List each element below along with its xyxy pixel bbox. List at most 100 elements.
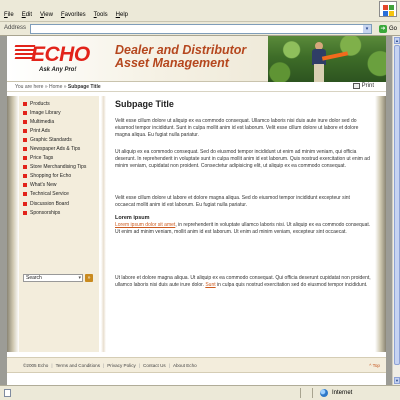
bullet-icon bbox=[23, 210, 27, 215]
bullet-icon bbox=[23, 174, 27, 179]
bullet-icon bbox=[23, 101, 27, 106]
sidebar-item-label: Print Ads bbox=[30, 127, 51, 134]
paragraph-1: Velit esse cillum dolore ut aliquip ex e… bbox=[115, 118, 359, 139]
sidebar-item-technical-service[interactable]: Technical Service bbox=[19, 190, 99, 199]
sidebar-item-label: Technical Service bbox=[30, 191, 69, 198]
menu-file[interactable]: File bbox=[4, 12, 14, 18]
bullet-icon bbox=[23, 183, 27, 188]
inline-link-lorem[interactable]: Lorem ipsum dolor sit amet bbox=[115, 222, 175, 228]
go-label: Go bbox=[388, 26, 397, 32]
inline-link-sunt[interactable]: Sunt bbox=[205, 282, 215, 288]
breadcrumb-separator: » bbox=[63, 84, 67, 90]
logo-tagline: Ask Any Pro! bbox=[39, 67, 77, 73]
browser-menubar: File Edit View Favorites Tools Help bbox=[0, 0, 400, 22]
bullet-icon bbox=[23, 147, 27, 152]
site-title: Dealer and Distributor Asset Management bbox=[115, 44, 246, 70]
sidebar-item-print-ads[interactable]: Print Ads bbox=[19, 126, 99, 135]
sidebar-item-discussion-board[interactable]: Discussion Board bbox=[19, 199, 99, 208]
page-viewport: ECHO Ask Any Pro! Dealer and Distributor… bbox=[0, 36, 392, 385]
sidebar-item-price-tags[interactable]: Price Tags bbox=[19, 154, 99, 163]
sidebar-item-label: What's New bbox=[30, 182, 57, 189]
sidebar-item-label: Multimedia bbox=[30, 118, 55, 125]
breadcrumb: You are here » Home » Subpage Title bbox=[15, 84, 101, 90]
sidebar-item-shopping-for-echo[interactable]: Shopping for Echo bbox=[19, 172, 99, 181]
scroll-down-icon[interactable]: ▼ bbox=[394, 377, 400, 384]
sidebar-nav: Products Image Library Multimedia Print … bbox=[19, 96, 99, 352]
bullet-icon bbox=[23, 110, 27, 115]
sidebar-item-label: Store Merchandising Tips bbox=[30, 164, 87, 171]
sidebar-item-label: Newspaper Ads & Tips bbox=[30, 146, 81, 153]
search-go-button[interactable]: » bbox=[85, 274, 93, 282]
paragraph-5: Ut labore et dolore magna aliqua. Ut ali… bbox=[115, 275, 371, 289]
footer-copyright: ©2005 Echo bbox=[23, 363, 49, 368]
page-title: Subpage Title bbox=[115, 99, 174, 109]
sidebar-item-products[interactable]: Products bbox=[19, 99, 99, 108]
web-page: ECHO Ask Any Pro! Dealer and Distributor… bbox=[7, 36, 386, 385]
sidebar-item-store-merchandising[interactable]: Store Merchandising Tips bbox=[19, 163, 99, 172]
footer-terms-link[interactable]: Terms and Conditions bbox=[56, 363, 100, 368]
breadcrumb-home[interactable]: Home bbox=[49, 84, 62, 90]
footer-contact-link[interactable]: Contact Us bbox=[143, 363, 166, 368]
menu-edit[interactable]: Edit bbox=[22, 12, 32, 18]
breadcrumb-prefix: You are here » bbox=[15, 84, 48, 90]
bullet-icon bbox=[23, 165, 27, 170]
menu-items: File Edit View Favorites Tools Help bbox=[4, 12, 128, 18]
status-divider bbox=[312, 388, 313, 398]
sidebar-item-label: Discussion Board bbox=[30, 200, 69, 207]
sidebar-item-whats-new[interactable]: What's New bbox=[19, 181, 99, 190]
footer-links: ©2005 Echo | Terms and Conditions | Priv… bbox=[23, 363, 197, 368]
sidebar-item-label: Shopping for Echo bbox=[30, 173, 72, 180]
footer-about-link[interactable]: About Echo bbox=[173, 363, 197, 368]
sidebar-item-label: Image Library bbox=[30, 109, 61, 116]
bullet-icon bbox=[23, 128, 27, 133]
security-zone: Internet bbox=[320, 389, 352, 397]
right-shadow bbox=[375, 96, 386, 352]
status-divider bbox=[300, 388, 301, 398]
page-icon bbox=[4, 389, 11, 397]
address-label: Address bbox=[4, 25, 27, 31]
breadcrumb-bar: You are here » Home » Subpage Title Prin… bbox=[7, 82, 386, 92]
address-input[interactable]: ▾ bbox=[30, 24, 372, 34]
back-to-top-link[interactable]: ^ Top bbox=[369, 363, 380, 368]
scrollbar-thumb[interactable] bbox=[394, 45, 400, 365]
section-heading: Lorem ipsum bbox=[115, 215, 150, 221]
go-arrow-icon: ➜ bbox=[378, 25, 387, 33]
footer-privacy-link[interactable]: Privacy Policy bbox=[107, 363, 136, 368]
vertical-scrollbar[interactable]: ▲ ▼ bbox=[392, 36, 400, 385]
header-photo bbox=[268, 36, 386, 82]
sidebar-item-image-library[interactable]: Image Library bbox=[19, 108, 99, 117]
paragraph-2: Ut aliquip ex ea commodo consequat. Sed … bbox=[115, 149, 370, 170]
site-header: ECHO Ask Any Pro! Dealer and Distributor… bbox=[7, 36, 386, 82]
search-select[interactable]: Search bbox=[23, 274, 83, 282]
status-bar: Internet bbox=[0, 385, 400, 400]
address-dropdown-icon[interactable]: ▾ bbox=[363, 25, 371, 33]
column-divider bbox=[101, 96, 106, 352]
bullet-icon bbox=[23, 119, 27, 124]
print-label: Print bbox=[361, 83, 374, 89]
sidebar-item-label: Products bbox=[30, 100, 50, 107]
menu-view[interactable]: View bbox=[40, 12, 53, 18]
menu-tools[interactable]: Tools bbox=[94, 12, 108, 18]
sidebar-item-label: Graphic Standards bbox=[30, 136, 72, 143]
address-bar: Address ▾ ➜ Go bbox=[0, 22, 400, 36]
bullet-icon bbox=[23, 156, 27, 161]
print-button[interactable]: Print bbox=[352, 83, 374, 89]
logo-wordmark: ECHO bbox=[31, 43, 90, 66]
sidebar-item-multimedia[interactable]: Multimedia bbox=[19, 117, 99, 126]
windows-logo-icon bbox=[379, 1, 397, 17]
menu-help[interactable]: Help bbox=[116, 12, 128, 18]
sidebar-item-newspaper-ads[interactable]: Newspaper Ads & Tips bbox=[19, 144, 99, 153]
menu-favorites[interactable]: Favorites bbox=[61, 12, 86, 18]
paragraph-4: Lorem ipsum dolor sit amet, in reprehend… bbox=[115, 222, 371, 236]
sidebar-item-graphic-standards[interactable]: Graphic Standards bbox=[19, 135, 99, 144]
bullet-icon bbox=[23, 137, 27, 142]
printer-icon bbox=[352, 83, 360, 89]
paragraph-5-text-b: in culpa quis nostrud exercitation sed d… bbox=[215, 282, 368, 289]
go-button[interactable]: ➜ Go bbox=[378, 24, 397, 34]
scroll-up-icon[interactable]: ▲ bbox=[394, 37, 400, 44]
search-row: Search » bbox=[23, 274, 93, 282]
sidebar-item-sponsorships[interactable]: Sponsorships bbox=[19, 208, 99, 217]
sidebar-item-label: Price Tags bbox=[30, 155, 54, 162]
echo-logo[interactable]: ECHO Ask Any Pro! bbox=[14, 42, 105, 76]
paragraph-3: Velit esse cillum dolore ut labore et do… bbox=[115, 195, 350, 209]
